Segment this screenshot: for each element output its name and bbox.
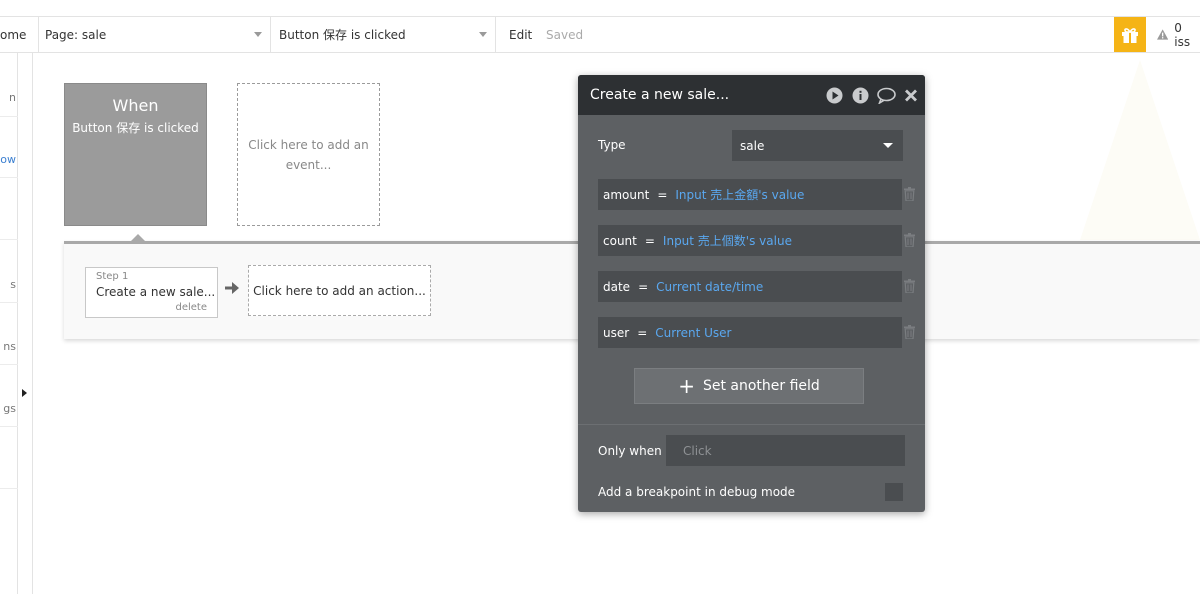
type-select[interactable]: sale (732, 130, 903, 161)
sidebar-item-2[interactable]: s (10, 278, 16, 291)
only-when-input[interactable]: Click (666, 435, 905, 466)
gift-button[interactable] (1114, 17, 1146, 52)
arrow-right-icon (225, 282, 239, 294)
add-event-label: Click here to add an event... (248, 137, 369, 172)
event-pointer (130, 234, 146, 242)
page-select[interactable]: Page: sale (38, 17, 270, 52)
only-when-placeholder: Click (683, 443, 712, 458)
trash-icon[interactable] (904, 233, 915, 247)
action-property-panel: Create a new sale... Type sale amount = … (578, 75, 925, 512)
home-label: ome (0, 27, 27, 42)
set-field-label: Set another field (702, 378, 820, 394)
gift-icon (1122, 27, 1138, 43)
sidebar-item-4[interactable]: gs (3, 402, 16, 415)
event-select-value: Button 保存 is clicked (279, 28, 406, 42)
saved-label: Saved (546, 27, 584, 42)
edit-menu[interactable]: Edit (509, 17, 532, 52)
saved-status: Saved (546, 17, 583, 52)
event-select[interactable]: Button 保存 is clicked (270, 17, 495, 52)
issues-indicator[interactable]: 0 iss (1157, 17, 1200, 52)
field-value[interactable]: Input 売上金額's value (675, 186, 804, 203)
type-select-value: sale (740, 138, 765, 153)
panel-header: Create a new sale... (578, 75, 925, 115)
type-label: Type (598, 138, 626, 152)
issues-label: 0 iss (1174, 20, 1191, 49)
field-name: date (603, 279, 631, 294)
field-value[interactable]: Input 売上個数's value (663, 232, 792, 249)
only-when-label: Only when (598, 444, 662, 458)
when-title: When (112, 96, 159, 115)
sidebar-item-3[interactable]: ns (3, 340, 16, 353)
comment-icon[interactable] (877, 87, 896, 104)
trash-icon[interactable] (904, 187, 915, 201)
field-value[interactable]: Current User (655, 326, 731, 340)
caret-down-icon (883, 143, 893, 148)
field-name: user (603, 325, 630, 340)
warning-icon (1157, 29, 1169, 40)
set-another-field-button[interactable]: + Set another field (634, 368, 864, 404)
close-icon[interactable] (904, 87, 918, 104)
background-shape (1080, 60, 1200, 240)
sidebar-item-0[interactable]: n (9, 91, 16, 104)
info-icon[interactable] (852, 87, 869, 104)
field-row-count[interactable]: count = Input 売上個数's value (598, 225, 902, 256)
panel-divider (578, 424, 925, 425)
field-equals: = (638, 279, 649, 294)
page-select-value: Page: sale (45, 27, 107, 42)
chevron-down-icon (254, 32, 262, 37)
field-equals: = (644, 233, 655, 248)
sidebar-item-1[interactable]: ow (0, 153, 16, 166)
home-tab[interactable]: ome (0, 17, 38, 52)
breakpoint-checkbox[interactable] (885, 483, 903, 501)
top-toolbar: ome Page: sale Button 保存 is clicked Edit… (0, 16, 1200, 53)
event-when-box[interactable]: When Button 保存 is clicked (64, 83, 207, 226)
play-icon[interactable] (826, 87, 843, 104)
add-event-button[interactable]: Click here to add an event... (237, 83, 380, 226)
sidebar-divider (32, 53, 33, 594)
field-equals: = (657, 187, 668, 202)
when-subtitle: Button 保存 is clicked (72, 121, 199, 135)
field-value[interactable]: Current date/time (656, 280, 763, 294)
field-row-amount[interactable]: amount = Input 売上金額's value (598, 179, 902, 210)
trash-icon[interactable] (904, 279, 915, 293)
step-title: Create a new sale... (96, 285, 216, 299)
trash-icon[interactable] (904, 325, 915, 339)
add-action-label: Click here to add an action... (253, 283, 426, 298)
expand-sidebar-icon[interactable] (22, 389, 27, 397)
field-row-user[interactable]: user = Current User (598, 317, 902, 348)
step-number: Step 1 (96, 271, 129, 282)
chevron-down-icon (479, 32, 487, 37)
field-name: count (603, 233, 637, 248)
field-equals: = (637, 325, 648, 340)
field-row-date[interactable]: date = Current date/time (598, 271, 902, 302)
add-action-button[interactable]: Click here to add an action... (248, 265, 431, 316)
breakpoint-label: Add a breakpoint in debug mode (598, 485, 796, 499)
field-name: amount (603, 187, 650, 202)
step-delete-link[interactable]: delete (175, 302, 207, 313)
left-sidebar: n ow s ns gs (0, 53, 18, 594)
panel-title: Create a new sale... (590, 87, 730, 103)
step-card[interactable]: Step 1 Create a new sale... delete (85, 267, 218, 318)
plus-icon: + (678, 374, 695, 398)
edit-label: Edit (509, 27, 533, 42)
